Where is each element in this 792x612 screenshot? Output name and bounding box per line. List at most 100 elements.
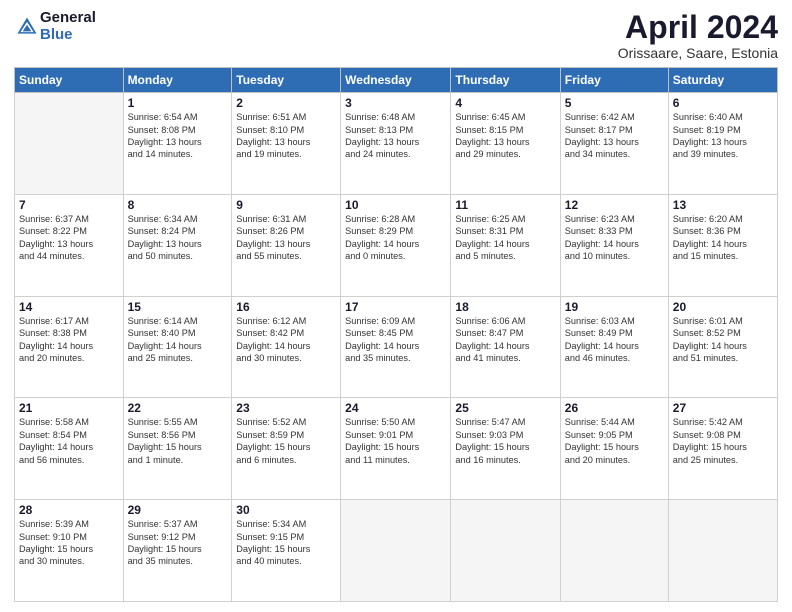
- calendar-week-row: 7Sunrise: 6:37 AMSunset: 8:22 PMDaylight…: [15, 194, 778, 296]
- calendar-cell: 11Sunrise: 6:25 AMSunset: 8:31 PMDayligh…: [451, 194, 560, 296]
- calendar-cell: 27Sunrise: 5:42 AMSunset: 9:08 PMDayligh…: [668, 398, 777, 500]
- day-number: 13: [673, 198, 773, 212]
- weekday-header: Monday: [123, 68, 232, 93]
- day-number: 7: [19, 198, 119, 212]
- day-number: 11: [455, 198, 555, 212]
- logo: General Blue: [14, 10, 96, 43]
- day-number: 6: [673, 96, 773, 110]
- day-info: Sunrise: 5:50 AMSunset: 9:01 PMDaylight:…: [345, 416, 446, 466]
- day-info: Sunrise: 5:58 AMSunset: 8:54 PMDaylight:…: [19, 416, 119, 466]
- day-number: 14: [19, 300, 119, 314]
- day-info: Sunrise: 6:23 AMSunset: 8:33 PMDaylight:…: [565, 213, 664, 263]
- subtitle: Orissaare, Saare, Estonia: [618, 45, 778, 61]
- calendar-header-row: SundayMondayTuesdayWednesdayThursdayFrid…: [15, 68, 778, 93]
- day-info: Sunrise: 6:51 AMSunset: 8:10 PMDaylight:…: [236, 111, 336, 161]
- calendar-cell: 4Sunrise: 6:45 AMSunset: 8:15 PMDaylight…: [451, 93, 560, 195]
- day-info: Sunrise: 6:09 AMSunset: 8:45 PMDaylight:…: [345, 315, 446, 365]
- day-number: 3: [345, 96, 446, 110]
- calendar-cell: [451, 500, 560, 602]
- calendar-cell: 14Sunrise: 6:17 AMSunset: 8:38 PMDayligh…: [15, 296, 124, 398]
- calendar-cell: 7Sunrise: 6:37 AMSunset: 8:22 PMDaylight…: [15, 194, 124, 296]
- day-number: 17: [345, 300, 446, 314]
- calendar-cell: 1Sunrise: 6:54 AMSunset: 8:08 PMDaylight…: [123, 93, 232, 195]
- calendar-cell: 20Sunrise: 6:01 AMSunset: 8:52 PMDayligh…: [668, 296, 777, 398]
- day-info: Sunrise: 6:48 AMSunset: 8:13 PMDaylight:…: [345, 111, 446, 161]
- day-info: Sunrise: 6:20 AMSunset: 8:36 PMDaylight:…: [673, 213, 773, 263]
- day-number: 12: [565, 198, 664, 212]
- weekday-header: Friday: [560, 68, 668, 93]
- calendar-week-row: 1Sunrise: 6:54 AMSunset: 8:08 PMDaylight…: [15, 93, 778, 195]
- calendar-cell: 18Sunrise: 6:06 AMSunset: 8:47 PMDayligh…: [451, 296, 560, 398]
- day-info: Sunrise: 6:17 AMSunset: 8:38 PMDaylight:…: [19, 315, 119, 365]
- calendar-cell: 3Sunrise: 6:48 AMSunset: 8:13 PMDaylight…: [341, 93, 451, 195]
- day-number: 20: [673, 300, 773, 314]
- day-info: Sunrise: 5:42 AMSunset: 9:08 PMDaylight:…: [673, 416, 773, 466]
- header: General Blue April 2024 Orissaare, Saare…: [14, 10, 778, 61]
- day-number: 22: [128, 401, 228, 415]
- day-number: 15: [128, 300, 228, 314]
- day-number: 9: [236, 198, 336, 212]
- day-info: Sunrise: 5:37 AMSunset: 9:12 PMDaylight:…: [128, 518, 228, 568]
- weekday-header: Wednesday: [341, 68, 451, 93]
- day-number: 25: [455, 401, 555, 415]
- day-info: Sunrise: 6:45 AMSunset: 8:15 PMDaylight:…: [455, 111, 555, 161]
- day-number: 1: [128, 96, 228, 110]
- calendar-cell: [15, 93, 124, 195]
- day-info: Sunrise: 6:34 AMSunset: 8:24 PMDaylight:…: [128, 213, 228, 263]
- day-info: Sunrise: 6:28 AMSunset: 8:29 PMDaylight:…: [345, 213, 446, 263]
- page: General Blue April 2024 Orissaare, Saare…: [0, 0, 792, 612]
- day-info: Sunrise: 6:06 AMSunset: 8:47 PMDaylight:…: [455, 315, 555, 365]
- calendar-cell: 12Sunrise: 6:23 AMSunset: 8:33 PMDayligh…: [560, 194, 668, 296]
- calendar-cell: 10Sunrise: 6:28 AMSunset: 8:29 PMDayligh…: [341, 194, 451, 296]
- calendar-cell: 30Sunrise: 5:34 AMSunset: 9:15 PMDayligh…: [232, 500, 341, 602]
- calendar-week-row: 28Sunrise: 5:39 AMSunset: 9:10 PMDayligh…: [15, 500, 778, 602]
- calendar-cell: [668, 500, 777, 602]
- weekday-header: Thursday: [451, 68, 560, 93]
- day-number: 26: [565, 401, 664, 415]
- day-info: Sunrise: 6:54 AMSunset: 8:08 PMDaylight:…: [128, 111, 228, 161]
- calendar-cell: 26Sunrise: 5:44 AMSunset: 9:05 PMDayligh…: [560, 398, 668, 500]
- day-number: 29: [128, 503, 228, 517]
- calendar-week-row: 21Sunrise: 5:58 AMSunset: 8:54 PMDayligh…: [15, 398, 778, 500]
- calendar-cell: 8Sunrise: 6:34 AMSunset: 8:24 PMDaylight…: [123, 194, 232, 296]
- day-info: Sunrise: 6:14 AMSunset: 8:40 PMDaylight:…: [128, 315, 228, 365]
- calendar-cell: 22Sunrise: 5:55 AMSunset: 8:56 PMDayligh…: [123, 398, 232, 500]
- day-number: 28: [19, 503, 119, 517]
- day-number: 10: [345, 198, 446, 212]
- calendar-cell: 29Sunrise: 5:37 AMSunset: 9:12 PMDayligh…: [123, 500, 232, 602]
- calendar-cell: [341, 500, 451, 602]
- calendar-cell: [560, 500, 668, 602]
- calendar-cell: 13Sunrise: 6:20 AMSunset: 8:36 PMDayligh…: [668, 194, 777, 296]
- day-info: Sunrise: 5:44 AMSunset: 9:05 PMDaylight:…: [565, 416, 664, 466]
- logo-general: General: [40, 10, 96, 27]
- day-number: 23: [236, 401, 336, 415]
- weekday-header: Saturday: [668, 68, 777, 93]
- calendar-table: SundayMondayTuesdayWednesdayThursdayFrid…: [14, 67, 778, 602]
- calendar-cell: 19Sunrise: 6:03 AMSunset: 8:49 PMDayligh…: [560, 296, 668, 398]
- calendar-cell: 9Sunrise: 6:31 AMSunset: 8:26 PMDaylight…: [232, 194, 341, 296]
- calendar-cell: 17Sunrise: 6:09 AMSunset: 8:45 PMDayligh…: [341, 296, 451, 398]
- day-info: Sunrise: 6:31 AMSunset: 8:26 PMDaylight:…: [236, 213, 336, 263]
- day-info: Sunrise: 6:25 AMSunset: 8:31 PMDaylight:…: [455, 213, 555, 263]
- day-number: 27: [673, 401, 773, 415]
- logo-blue: Blue: [40, 27, 96, 44]
- day-info: Sunrise: 5:34 AMSunset: 9:15 PMDaylight:…: [236, 518, 336, 568]
- day-info: Sunrise: 6:01 AMSunset: 8:52 PMDaylight:…: [673, 315, 773, 365]
- day-number: 16: [236, 300, 336, 314]
- day-info: Sunrise: 6:12 AMSunset: 8:42 PMDaylight:…: [236, 315, 336, 365]
- day-number: 4: [455, 96, 555, 110]
- logo-text: General Blue: [40, 10, 96, 43]
- day-info: Sunrise: 6:37 AMSunset: 8:22 PMDaylight:…: [19, 213, 119, 263]
- calendar-cell: 25Sunrise: 5:47 AMSunset: 9:03 PMDayligh…: [451, 398, 560, 500]
- day-number: 5: [565, 96, 664, 110]
- calendar-cell: 16Sunrise: 6:12 AMSunset: 8:42 PMDayligh…: [232, 296, 341, 398]
- calendar-cell: 2Sunrise: 6:51 AMSunset: 8:10 PMDaylight…: [232, 93, 341, 195]
- main-title: April 2024: [618, 10, 778, 45]
- weekday-header: Sunday: [15, 68, 124, 93]
- title-area: April 2024 Orissaare, Saare, Estonia: [618, 10, 778, 61]
- day-info: Sunrise: 6:03 AMSunset: 8:49 PMDaylight:…: [565, 315, 664, 365]
- weekday-header: Tuesday: [232, 68, 341, 93]
- day-info: Sunrise: 5:52 AMSunset: 8:59 PMDaylight:…: [236, 416, 336, 466]
- day-info: Sunrise: 5:39 AMSunset: 9:10 PMDaylight:…: [19, 518, 119, 568]
- day-number: 2: [236, 96, 336, 110]
